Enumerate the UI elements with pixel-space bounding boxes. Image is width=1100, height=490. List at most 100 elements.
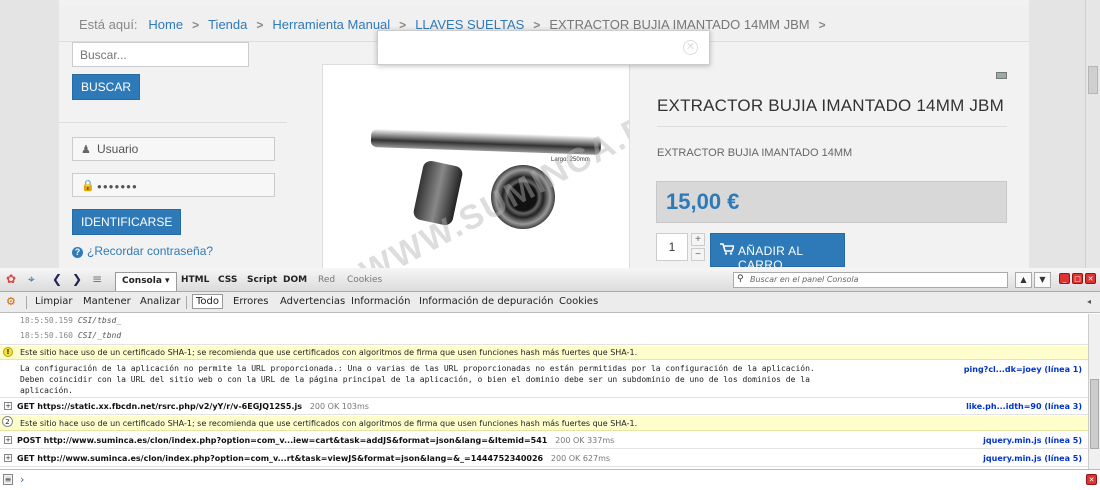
- search-button[interactable]: BUSCAR: [72, 74, 141, 100]
- quantity-increase-button[interactable]: +: [691, 233, 705, 246]
- inspect-icon[interactable]: ⌖: [28, 272, 35, 287]
- back-icon[interactable]: ❮: [52, 272, 62, 286]
- login-button[interactable]: IDENTIFICARSE: [72, 209, 182, 235]
- log-text: CSI/tbsd_: [77, 316, 122, 325]
- forgot-password-link[interactable]: ? ¿Recordar contraseña?: [72, 244, 213, 258]
- tab-red[interactable]: Red: [318, 275, 335, 285]
- command-editor-icon[interactable]: ≡: [3, 474, 13, 485]
- command-line[interactable]: ≡ › ✕: [0, 469, 1100, 490]
- forward-icon[interactable]: ❯: [72, 272, 82, 286]
- firebug-panel: ✿ ⌖ ❮ ❯ ≡ Consola ▾ HTML CSS Script DOM …: [0, 268, 1100, 490]
- tab-css[interactable]: CSS: [218, 275, 237, 285]
- filter-all[interactable]: Todo: [192, 294, 223, 309]
- console-search-input[interactable]: ⚲ Buscar en el panel Consola: [733, 272, 1008, 288]
- clear-button[interactable]: Limpiar: [35, 296, 72, 307]
- error-text-line2: Deben coincidir con la URL del sitio web…: [20, 375, 810, 384]
- console-search-placeholder: Buscar en el panel Consola: [750, 275, 859, 284]
- username-field[interactable]: ♟ Usuario: [72, 137, 275, 161]
- log-time: 18:5:50.160: [20, 331, 73, 340]
- username-value: Usuario: [97, 142, 139, 156]
- tab-dom[interactable]: DOM: [283, 275, 307, 285]
- request-url: GET https://static.xx.fbcdn.net/rsrc.php…: [17, 402, 303, 411]
- password-field[interactable]: 🔒 ●●●●●●●: [72, 173, 275, 197]
- network-row[interactable]: + POST http://www.suminca.es/clon/index.…: [0, 432, 1088, 449]
- close-icon[interactable]: ✕: [683, 40, 698, 55]
- search-icon: ⚲: [737, 274, 744, 284]
- persist-button[interactable]: Mantener: [83, 296, 131, 307]
- console-options-icon[interactable]: ⚙: [6, 295, 16, 308]
- page-scrollbar[interactable]: [1085, 0, 1100, 268]
- close-command-icon[interactable]: ✕: [1086, 474, 1097, 485]
- expand-icon[interactable]: +: [4, 454, 12, 462]
- network-row[interactable]: + GET https://static.xx.fbcdn.net/rsrc.p…: [0, 399, 1088, 415]
- console-toolbar: ⚙ Limpiar Mantener Analizar Todo Errores…: [0, 292, 1100, 313]
- list-icon[interactable]: ≡: [92, 272, 102, 286]
- request-source-link[interactable]: like.ph...idth=90 (línea 3): [966, 402, 1082, 411]
- repeat-count-badge: 2: [2, 416, 13, 427]
- product-price: 15,00 €: [656, 181, 1007, 223]
- breadcrumb-home[interactable]: Home: [148, 17, 183, 32]
- error-row[interactable]: La configuración de la aplicación no per…: [0, 361, 1088, 398]
- filter-cookies[interactable]: Cookies: [559, 296, 598, 307]
- chevron-right-icon: >: [818, 18, 826, 32]
- warning-row[interactable]: 2 Este sitio hace uso de un certificado …: [0, 416, 1088, 431]
- watermark: WWW.SUMINCA.ES: [354, 96, 630, 268]
- profile-button[interactable]: Analizar: [140, 296, 180, 307]
- popup-dialog: ✕: [377, 30, 710, 65]
- tab-cookies[interactable]: Cookies: [347, 275, 382, 285]
- tab-script[interactable]: Script: [247, 275, 277, 285]
- error-source-link[interactable]: ping?cl...dk=joey (línea 1): [964, 364, 1082, 375]
- breadcrumb-tienda[interactable]: Tienda: [208, 17, 247, 32]
- warning-icon: !: [3, 347, 13, 357]
- warning-row[interactable]: ! Este sitio hace uso de un certificado …: [0, 346, 1088, 360]
- filter-warnings[interactable]: Advertencias: [280, 296, 345, 307]
- expand-icon[interactable]: +: [4, 402, 12, 410]
- filter-debug[interactable]: Información de depuración: [419, 296, 553, 307]
- page-scrollbar-thumb[interactable]: [1088, 66, 1098, 94]
- log-row: 18:5:50.159 CSI/tbsd_: [0, 316, 1088, 329]
- search-prev-button[interactable]: ▲: [1015, 272, 1032, 288]
- expand-icon[interactable]: +: [4, 436, 12, 444]
- tab-console[interactable]: Consola ▾: [115, 272, 177, 291]
- search-input[interactable]: [72, 42, 249, 67]
- lock-icon: 🔒: [81, 180, 95, 192]
- minimize-icon[interactable]: _: [1059, 273, 1070, 284]
- toolbar-separator: [186, 296, 187, 309]
- error-text-line3: aplicación.: [20, 386, 73, 395]
- close-icon[interactable]: ✕: [1085, 273, 1096, 284]
- log-time: 18:5:50.159: [20, 316, 73, 325]
- question-icon: ?: [72, 247, 83, 258]
- quantity-input[interactable]: 1: [656, 233, 688, 261]
- password-value: ●●●●●●●: [97, 182, 138, 191]
- breadcrumb-herramienta-manual[interactable]: Herramienta Manual: [272, 17, 390, 32]
- log-text: CSI/_tbnd: [77, 331, 122, 340]
- product-image[interactable]: Largo: 250mm WWW.SUMINCA.ES: [322, 64, 630, 268]
- log-row: 18:5:50.160 CSI/_tbnd: [0, 331, 1088, 345]
- chevron-right-icon: >: [192, 18, 200, 32]
- command-prompt: ›: [20, 473, 25, 486]
- filter-errors[interactable]: Errores: [233, 296, 269, 307]
- console-scrollbar-thumb[interactable]: [1090, 379, 1099, 449]
- console-scrollbar[interactable]: [1088, 314, 1100, 469]
- request-status: 200 OK 337ms: [555, 436, 615, 445]
- detach-icon[interactable]: □: [1072, 273, 1083, 284]
- quantity-decrease-button[interactable]: −: [691, 248, 705, 261]
- request-source-link[interactable]: jquery.min.js (línea 5): [983, 436, 1082, 445]
- chevron-right-icon: >: [256, 18, 264, 32]
- tab-html[interactable]: HTML: [181, 275, 209, 285]
- user-icon: ♟: [81, 144, 91, 156]
- request-source-link[interactable]: jquery.min.js (línea 5): [983, 454, 1082, 463]
- email-icon[interactable]: [996, 72, 1007, 79]
- network-row[interactable]: + GET http://www.suminca.es/clon/index.p…: [0, 450, 1088, 467]
- search-next-button[interactable]: ▼: [1034, 272, 1051, 288]
- toolbar-separator: [26, 296, 27, 309]
- product-description: EXTRACTOR BUJIA IMANTADO 14MM: [657, 147, 853, 159]
- firebug-icon[interactable]: ✿: [6, 272, 16, 286]
- firebug-tabbar: ✿ ⌖ ❮ ❯ ≡ Consola ▾ HTML CSS Script DOM …: [0, 268, 1100, 292]
- filter-info[interactable]: Información: [351, 296, 410, 307]
- add-to-cart-button[interactable]: AÑADIR AL CARRO: [710, 233, 845, 268]
- divider: [657, 126, 1007, 127]
- error-text-line1: La configuración de la aplicación no per…: [20, 364, 815, 373]
- toolbar-scroll-left-icon[interactable]: ◂: [1087, 297, 1091, 306]
- warning-text: Este sitio hace uso de un certificado SH…: [20, 419, 638, 428]
